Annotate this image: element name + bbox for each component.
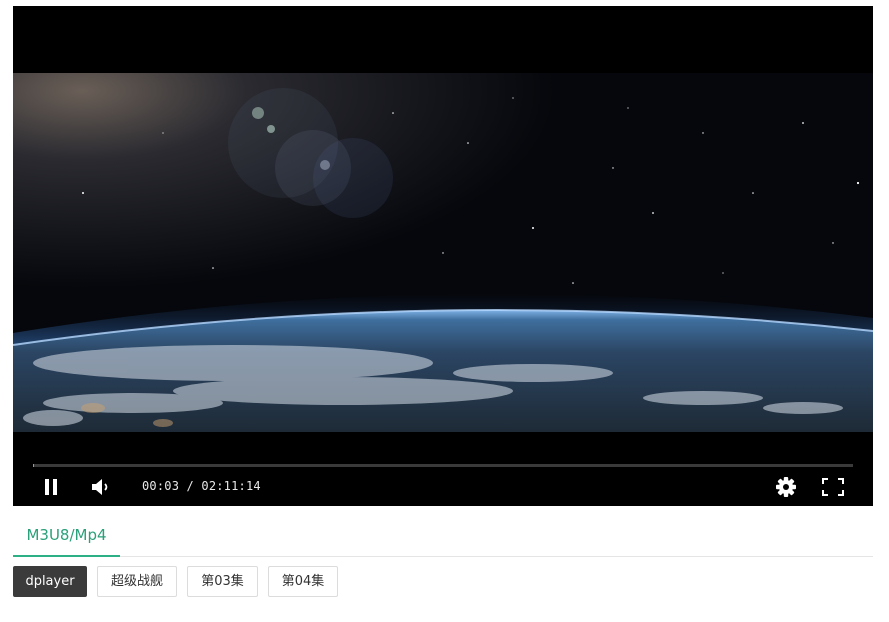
episode-button-3[interactable]: 第03集 (187, 566, 258, 597)
source-tabs: M3U8/Mp4 (13, 518, 873, 557)
episode-button-2[interactable]: 超级战舰 (97, 566, 177, 597)
volume-icon[interactable] (91, 478, 113, 496)
episode-button-dplayer[interactable]: dplayer (13, 566, 87, 597)
video-player[interactable]: 00:03 / 02:11:14 (13, 6, 873, 506)
duration: 02:11:14 (201, 479, 261, 493)
current-time: 00:03 (142, 479, 180, 493)
fullscreen-icon[interactable] (821, 477, 845, 497)
time-separator: / (179, 479, 202, 493)
video-frame[interactable] (13, 73, 873, 432)
player-controls: 00:03 / 02:11:14 (13, 446, 873, 506)
tab-m3u8-mp4[interactable]: M3U8/Mp4 (13, 518, 120, 557)
gear-icon[interactable] (775, 476, 797, 498)
video-image (13, 73, 873, 432)
time-display: 00:03 / 02:11:14 (142, 479, 261, 493)
pause-icon[interactable] (43, 478, 59, 496)
episode-button-4[interactable]: 第04集 (268, 566, 338, 597)
progress-bar[interactable] (33, 464, 853, 467)
